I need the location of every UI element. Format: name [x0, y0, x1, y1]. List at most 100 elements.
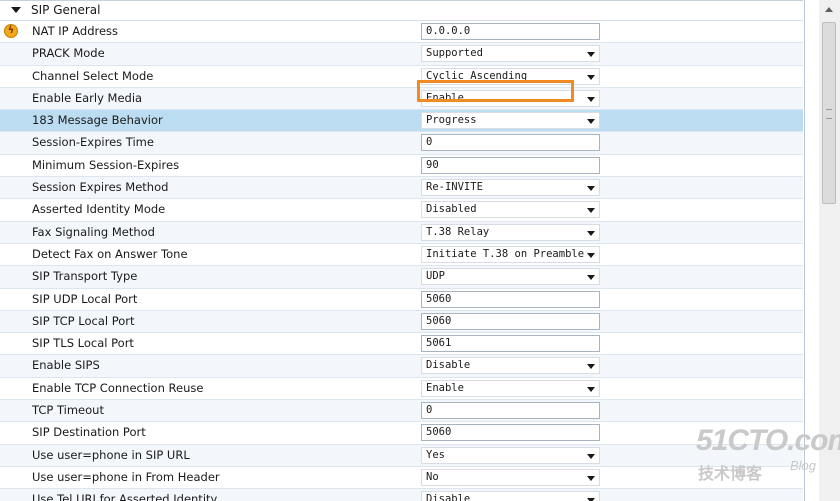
setting-value: 5060 [426, 314, 452, 327]
setting-input[interactable]: 5061 [421, 335, 600, 353]
setting-label: Use user=phone in SIP URL [32, 447, 190, 462]
setting-label: Detect Fax on Answer Tone [32, 246, 188, 261]
setting-input[interactable]: 0.0.0.0 [421, 23, 600, 40]
setting-input[interactable]: 5060 [421, 312, 600, 330]
setting-label: SIP TCP Local Port [32, 313, 135, 328]
settings-row[interactable]: Use user=phone in SIP URL Yes [0, 444, 803, 467]
section-title: SIP General [31, 3, 101, 17]
setting-value: 5060 [426, 426, 452, 439]
chevron-down-icon[interactable] [587, 119, 595, 125]
setting-value: Enable [426, 91, 464, 104]
setting-label: Channel Select Mode [32, 68, 154, 83]
settings-row[interactable]: ϟ NAT IP Address 0.0.0.0 [0, 21, 803, 44]
section-header[interactable]: SIP General [0, 0, 803, 21]
setting-label: Asserted Identity Mode [32, 202, 166, 217]
setting-value: Yes [426, 448, 445, 461]
setting-label: PRACK Mode [32, 46, 105, 61]
scroll-up-button[interactable] [822, 3, 837, 18]
settings-row[interactable]: Channel Select Mode Cyclic Ascending [0, 65, 803, 88]
settings-row[interactable]: SIP UDP Local Port 5060 [0, 288, 803, 311]
chevron-down-icon[interactable] [587, 96, 595, 102]
chevron-down-icon[interactable] [587, 74, 595, 80]
vertical-scrollbar[interactable] [819, 0, 840, 501]
setting-dropdown[interactable]: Yes [421, 446, 600, 464]
setting-label: Use Tel URI for Asserted Identity [32, 492, 218, 501]
setting-value: 5061 [426, 337, 452, 350]
setting-value: Disable [426, 493, 471, 501]
settings-row[interactable]: SIP TLS Local Port 5061 [0, 333, 803, 356]
settings-row[interactable]: 183 Message Behavior Progress [0, 110, 803, 133]
settings-row[interactable]: Enable TCP Connection Reuse Enable [0, 377, 803, 401]
chevron-down-icon[interactable] [587, 52, 595, 58]
settings-row[interactable]: Enable Early Media Enable [0, 87, 803, 111]
settings-row[interactable]: Fax Signaling Method T.38 Relay [0, 221, 803, 244]
setting-dropdown[interactable]: Initiate T.38 on Preamble [421, 245, 600, 263]
settings-row[interactable]: Minimum Session-Expires 90 [0, 154, 803, 178]
setting-input[interactable]: 5060 [421, 424, 600, 442]
settings-row[interactable]: Session Expires Method Re-INVITE [0, 177, 803, 200]
settings-row[interactable]: Use Tel URI for Asserted Identity Disable [0, 489, 803, 501]
setting-value: Supported [426, 47, 483, 60]
setting-value: T.38 Relay [426, 225, 490, 238]
setting-value: Enable [426, 381, 464, 394]
setting-label: Minimum Session-Expires [32, 157, 180, 172]
setting-dropdown[interactable]: Progress [421, 112, 600, 130]
setting-label: SIP Transport Type [32, 269, 138, 284]
setting-dropdown[interactable]: UDP [421, 268, 600, 286]
setting-label: Fax Signaling Method [32, 224, 155, 239]
settings-row[interactable]: Session-Expires Time 0 [0, 132, 803, 155]
settings-row[interactable]: Enable SIPS Disable [0, 355, 803, 378]
scroll-thumb[interactable] [822, 22, 836, 204]
setting-input[interactable]: 90 [421, 156, 600, 174]
setting-value: 90 [426, 158, 439, 171]
setting-input[interactable]: 0 [421, 402, 600, 420]
setting-dropdown[interactable]: No [421, 468, 600, 486]
setting-dropdown[interactable]: Disabled [421, 201, 600, 219]
setting-value: Re-INVITE [426, 181, 483, 194]
settings-row[interactable]: TCP Timeout 0 [0, 400, 803, 423]
setting-value: UDP [426, 270, 445, 283]
setting-value: 0.0.0.0 [426, 25, 471, 37]
chevron-down-icon[interactable] [587, 252, 595, 258]
chevron-down-icon[interactable] [587, 475, 595, 481]
settings-row[interactable]: SIP TCP Local Port 5060 [0, 310, 803, 334]
chevron-down-icon[interactable] [587, 364, 595, 370]
setting-dropdown[interactable]: Enable [421, 89, 600, 107]
setting-label: Use user=phone in From Header [32, 469, 220, 484]
settings-row[interactable]: PRACK Mode Supported [0, 43, 803, 66]
settings-row[interactable]: Asserted Identity Mode Disabled [0, 199, 803, 222]
setting-label: SIP TLS Local Port [32, 336, 134, 351]
setting-label: Enable SIPS [32, 358, 100, 373]
settings-row[interactable]: SIP Destination Port 5060 [0, 422, 803, 445]
chevron-down-icon[interactable] [587, 230, 595, 236]
setting-dropdown[interactable]: Supported [421, 45, 600, 63]
setting-value: 0 [426, 404, 433, 417]
setting-input[interactable]: 0 [421, 134, 600, 152]
setting-dropdown[interactable]: Cyclic Ascending [421, 67, 600, 85]
chevron-down-icon[interactable] [587, 386, 595, 392]
setting-label: TCP Timeout [32, 403, 104, 418]
settings-table: ϟ NAT IP Address 0.0.0.0 PRACK Mode Supporte… [0, 21, 803, 501]
chevron-down-icon[interactable] [587, 275, 595, 281]
settings-row[interactable]: Use user=phone in From Header No [0, 466, 803, 490]
settings-row[interactable]: SIP Transport Type UDP [0, 266, 803, 289]
setting-value: Initiate T.38 on Preamble [426, 247, 585, 260]
collapse-arrow-icon[interactable] [11, 7, 21, 13]
setting-value: 0 [426, 136, 433, 149]
setting-dropdown[interactable]: Disable [421, 357, 600, 375]
settings-row[interactable]: Detect Fax on Answer Tone Initiate T.38 o… [0, 243, 803, 267]
setting-dropdown[interactable]: Re-INVITE [421, 179, 600, 197]
setting-dropdown[interactable]: Enable [421, 379, 600, 397]
setting-label: NAT IP Address [32, 24, 119, 38]
setting-input[interactable]: 5060 [421, 290, 600, 308]
setting-dropdown[interactable]: T.38 Relay [421, 223, 600, 241]
chevron-down-icon[interactable] [587, 186, 595, 192]
setting-value: Progress [426, 114, 477, 127]
setting-label: Session Expires Method [32, 180, 169, 195]
chevron-down-icon[interactable] [587, 453, 595, 459]
setting-label: Enable Early Media [32, 90, 143, 105]
chevron-down-icon[interactable] [587, 208, 595, 214]
setting-label: SIP Destination Port [32, 425, 146, 440]
setting-label: SIP UDP Local Port [32, 291, 138, 306]
setting-dropdown[interactable]: Disable [421, 491, 600, 501]
